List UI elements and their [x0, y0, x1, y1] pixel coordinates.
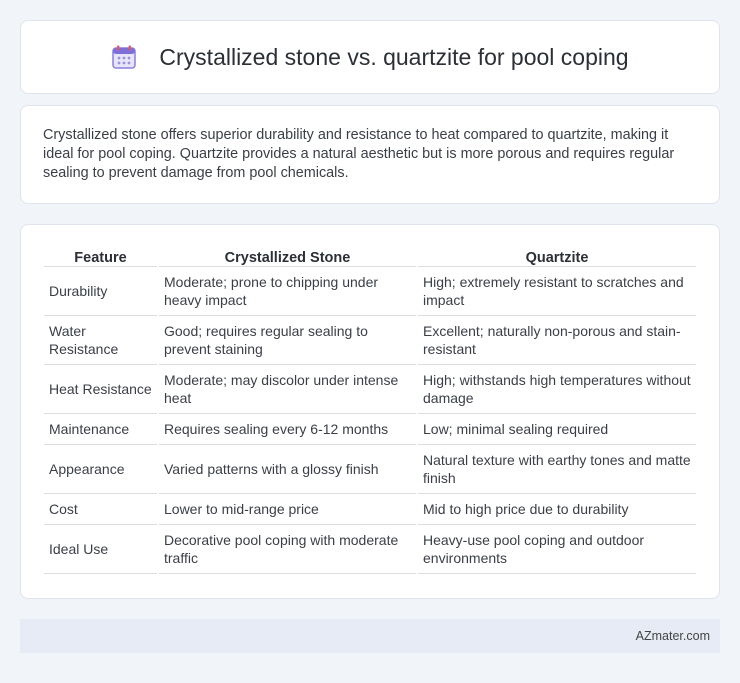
feature-cell: Ideal Use	[44, 525, 157, 574]
table-row: Water Resistance Good; requires regular …	[44, 316, 696, 365]
table-row: Cost Lower to mid-range price Mid to hig…	[44, 494, 696, 525]
quartzite-cell: Mid to high price due to durability	[418, 494, 696, 525]
column-header-crystallized-stone: Crystallized Stone	[159, 245, 416, 267]
quartzite-cell: Excellent; naturally non-porous and stai…	[418, 316, 696, 365]
crystallized-stone-cell: Lower to mid-range price	[159, 494, 416, 525]
quartzite-cell: Heavy-use pool coping and outdoor enviro…	[418, 525, 696, 574]
feature-cell: Durability	[44, 267, 157, 316]
quartzite-cell: Low; minimal sealing required	[418, 414, 696, 445]
crystallized-stone-cell: Decorative pool coping with moderate tra…	[159, 525, 416, 574]
crystallized-stone-cell: Varied patterns with a glossy finish	[159, 445, 416, 494]
feature-cell: Appearance	[44, 445, 157, 494]
quartzite-cell: High; withstands high temperatures witho…	[418, 365, 696, 414]
title-card: Crystallized stone vs. quartzite for poo…	[20, 20, 720, 94]
quartzite-cell: High; extremely resistant to scratches a…	[418, 267, 696, 316]
crystallized-stone-cell: Moderate; prone to chipping under heavy …	[159, 267, 416, 316]
table-row: Heat Resistance Moderate; may discolor u…	[44, 365, 696, 414]
column-header-quartzite: Quartzite	[418, 245, 696, 267]
feature-cell: Maintenance	[44, 414, 157, 445]
crystallized-stone-cell: Good; requires regular sealing to preven…	[159, 316, 416, 365]
table-row: Maintenance Requires sealing every 6-12 …	[44, 414, 696, 445]
comparison-table-card: Feature Crystallized Stone Quartzite Dur…	[20, 224, 720, 599]
summary-text: Crystallized stone offers superior durab…	[43, 127, 675, 181]
feature-cell: Water Resistance	[44, 316, 157, 365]
summary-card: Crystallized stone offers superior durab…	[20, 105, 720, 204]
crystallized-stone-cell: Requires sealing every 6-12 months	[159, 414, 416, 445]
table-row: Appearance Varied patterns with a glossy…	[44, 445, 696, 494]
table-row: Ideal Use Decorative pool coping with mo…	[44, 525, 696, 574]
footer: AZmater.com	[20, 619, 720, 653]
calendar-icon	[112, 45, 137, 69]
footer-brand: AZmater.com	[635, 629, 710, 643]
comparison-table: Feature Crystallized Stone Quartzite Dur…	[42, 245, 698, 574]
table-row: Durability Moderate; prone to chipping u…	[44, 267, 696, 316]
page-title: Crystallized stone vs. quartzite for poo…	[159, 43, 629, 70]
feature-cell: Cost	[44, 494, 157, 525]
column-header-feature: Feature	[44, 245, 157, 267]
crystallized-stone-cell: Moderate; may discolor under intense hea…	[159, 365, 416, 414]
feature-cell: Heat Resistance	[44, 365, 157, 414]
quartzite-cell: Natural texture with earthy tones and ma…	[418, 445, 696, 494]
table-header-row: Feature Crystallized Stone Quartzite	[44, 245, 696, 267]
